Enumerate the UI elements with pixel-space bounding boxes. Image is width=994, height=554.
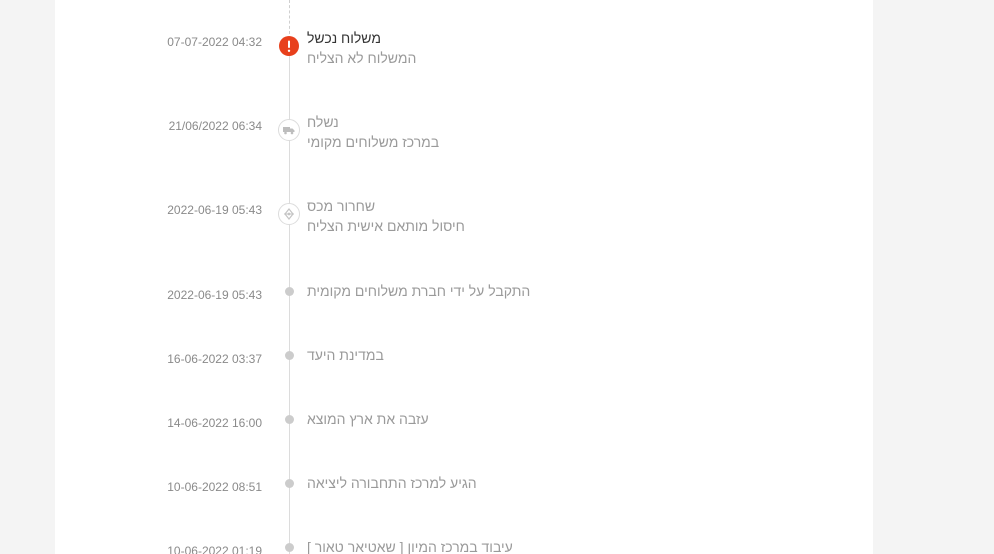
- timeline-event: 2022-06-19 05:43 התקבל על ידי חברת משלוח…: [55, 281, 873, 325]
- dot-icon: [285, 415, 294, 424]
- event-date: 2022-06-19 05:43: [167, 288, 262, 302]
- event-subtitle: במרכז משלוחים מקומי: [307, 134, 440, 150]
- event-title: הגיע למרכז התחבורה ליציאה: [307, 475, 477, 491]
- timeline-event: 07-07-2022 04:32 משלוח נכשל המשלוח לא הצ…: [55, 28, 873, 72]
- event-text: נשלח במרכז משלוחים מקומי: [307, 112, 439, 152]
- event-date: 21/06/2022 06:34: [168, 119, 262, 133]
- timeline-event: 10-06-2022 08:51 הגיע למרכז התחבורה ליצי…: [55, 473, 873, 517]
- event-date: 2022-06-19 05:43: [167, 203, 262, 217]
- event-text: במדינת היעד: [307, 345, 384, 365]
- dot-icon: [285, 287, 294, 296]
- event-text: הגיע למרכז התחבורה ליציאה: [307, 473, 477, 493]
- timeline-event: 2022-06-19 05:43 שחרור מכס חיסול מותאם א…: [55, 196, 873, 240]
- timeline-event: 14-06-2022 16:00 עזבה את ארץ המוצא: [55, 409, 873, 453]
- event-text: עיבוד במרכז המיון [ שאטיאר טאור ]: [307, 537, 513, 554]
- dot-icon: [285, 479, 294, 488]
- event-title: עזבה את ארץ המוצא: [307, 411, 429, 427]
- truck-icon: [278, 119, 300, 141]
- alert-icon: [279, 36, 299, 56]
- event-text: משלוח נכשל המשלוח לא הצליח: [307, 28, 416, 68]
- timeline-event: 10-06-2022 01:19 עיבוד במרכז המיון [ שאט…: [55, 537, 873, 554]
- event-title: משלוח נכשל: [307, 30, 382, 46]
- timeline-event: 21/06/2022 06:34 נשלח במרכז משלוחים מקומ…: [55, 112, 873, 156]
- tracking-timeline-panel: 07-07-2022 04:32 משלוח נכשל המשלוח לא הצ…: [55, 0, 873, 554]
- event-date: 07-07-2022 04:32: [167, 35, 262, 49]
- dot-icon: [285, 351, 294, 360]
- customs-icon: [278, 203, 300, 225]
- event-title: שחרור מכס: [307, 198, 376, 214]
- event-title: נשלח: [307, 114, 339, 130]
- event-date: 10-06-2022 01:19: [167, 544, 262, 554]
- dot-icon: [285, 543, 294, 552]
- event-text: התקבל על ידי חברת משלוחים מקומית: [307, 281, 530, 301]
- event-title: התקבל על ידי חברת משלוחים מקומית: [307, 283, 531, 299]
- event-subtitle: חיסול מותאם אישית הצליח: [307, 218, 465, 234]
- event-title: עיבוד במרכז המיון [ שאטיאר טאור ]: [307, 539, 513, 554]
- event-date: 10-06-2022 08:51: [167, 480, 262, 494]
- event-date: 14-06-2022 16:00: [167, 416, 262, 430]
- event-subtitle: המשלוח לא הצליח: [307, 50, 417, 66]
- event-text: עזבה את ארץ המוצא: [307, 409, 429, 429]
- event-date: 16-06-2022 03:37: [167, 352, 262, 366]
- timeline-event: 16-06-2022 03:37 במדינת היעד: [55, 345, 873, 389]
- event-title: במדינת היעד: [307, 347, 384, 363]
- event-text: שחרור מכס חיסול מותאם אישית הצליח: [307, 196, 465, 236]
